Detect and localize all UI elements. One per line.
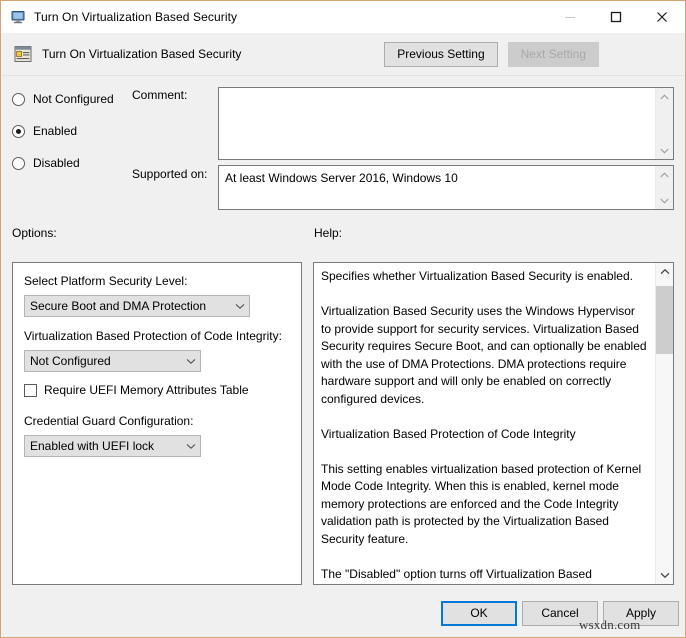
comment-scroll-up-icon[interactable]: [656, 88, 673, 105]
platform-security-level-value: Secure Boot and DMA Protection: [30, 299, 207, 313]
previous-setting-button[interactable]: Previous Setting: [384, 41, 498, 67]
require-uefi-memory-label: Require UEFI Memory Attributes Table: [44, 383, 249, 397]
window-controls: [547, 1, 685, 33]
help-scroll-down-icon[interactable]: [656, 567, 673, 584]
title-bar: Turn On Virtualization Based Security: [1, 1, 685, 33]
radio-enabled[interactable]: Enabled: [12, 120, 132, 142]
computer-monitor-icon: [10, 9, 26, 25]
comment-label: Comment:: [132, 88, 188, 102]
ok-button[interactable]: OK: [441, 601, 517, 626]
help-panel: Specifies whether Virtualization Based S…: [313, 262, 674, 585]
comment-input[interactable]: [219, 88, 655, 159]
help-panel-label: Help:: [314, 226, 343, 240]
navigation-buttons: Previous Setting Next Setting: [384, 41, 599, 67]
help-scroll-track[interactable]: [656, 280, 673, 567]
minimize-button[interactable]: [547, 1, 593, 33]
platform-security-level-label: Select Platform Security Level:: [24, 274, 188, 288]
policy-setting-dialog: Turn On Virtualization Based Security Tu…: [0, 0, 686, 638]
supported-scroll-track[interactable]: [656, 183, 673, 192]
credential-guard-label: Credential Guard Configuration:: [24, 414, 194, 428]
require-uefi-memory-checkbox[interactable]: [24, 383, 37, 397]
radio-disabled-indicator: [12, 156, 25, 170]
supported-on-textbox: At least Windows Server 2016, Windows 10: [218, 165, 674, 210]
window-title: Turn On Virtualization Based Security: [34, 10, 238, 24]
supported-scroll-up-icon[interactable]: [656, 166, 673, 183]
options-panel: Select Platform Security Level: Secure B…: [12, 262, 302, 585]
comment-scroll-track[interactable]: [656, 105, 673, 142]
credential-guard-value: Enabled with UEFI lock: [30, 439, 155, 453]
setting-title: Turn On Virtualization Based Security: [42, 47, 242, 61]
close-button[interactable]: [639, 1, 685, 33]
chevron-down-icon: [231, 303, 249, 310]
chevron-down-icon: [182, 358, 200, 365]
credential-guard-dropdown[interactable]: Enabled with UEFI lock: [24, 435, 201, 457]
setting-header: Turn On Virtualization Based Security Pr…: [2, 33, 684, 76]
code-integrity-label: Virtualization Based Protection of Code …: [24, 329, 282, 343]
radio-disabled-label: Disabled: [33, 156, 80, 170]
supported-on-label: Supported on:: [132, 167, 208, 181]
radio-not-configured[interactable]: Not Configured: [12, 88, 132, 110]
radio-not-configured-indicator: [12, 92, 25, 106]
maximize-button[interactable]: [593, 1, 639, 33]
supported-on-scrollbar[interactable]: [655, 166, 673, 209]
comment-textbox[interactable]: [218, 87, 674, 160]
require-uefi-memory-checkbox-row[interactable]: Require UEFI Memory Attributes Table: [24, 383, 249, 397]
radio-not-configured-label: Not Configured: [33, 92, 114, 106]
radio-enabled-indicator: [12, 124, 25, 138]
code-integrity-value: Not Configured: [30, 354, 111, 368]
radio-enabled-label: Enabled: [33, 124, 78, 138]
supported-on-value: At least Windows Server 2016, Windows 10: [225, 171, 458, 185]
help-scroll-thumb[interactable]: [656, 286, 673, 354]
radio-disabled[interactable]: Disabled: [12, 152, 132, 174]
state-radio-group: Not Configured Enabled Disabled: [12, 88, 132, 184]
options-panel-label: Options:: [12, 226, 57, 240]
help-scroll-up-icon[interactable]: [656, 263, 673, 280]
comment-scrollbar[interactable]: [655, 88, 673, 159]
policy-setting-icon: [13, 44, 33, 64]
help-scrollbar[interactable]: [655, 263, 673, 584]
help-text: Specifies whether Virtualization Based S…: [321, 269, 647, 581]
next-setting-button: Next Setting: [507, 41, 599, 67]
chevron-down-icon: [182, 443, 200, 450]
platform-security-level-dropdown[interactable]: Secure Boot and DMA Protection: [24, 295, 250, 317]
watermark: wsxdn.com: [579, 617, 641, 632]
supported-scroll-down-icon[interactable]: [656, 192, 673, 209]
code-integrity-dropdown[interactable]: Not Configured: [24, 350, 201, 372]
comment-scroll-down-icon[interactable]: [656, 142, 673, 159]
